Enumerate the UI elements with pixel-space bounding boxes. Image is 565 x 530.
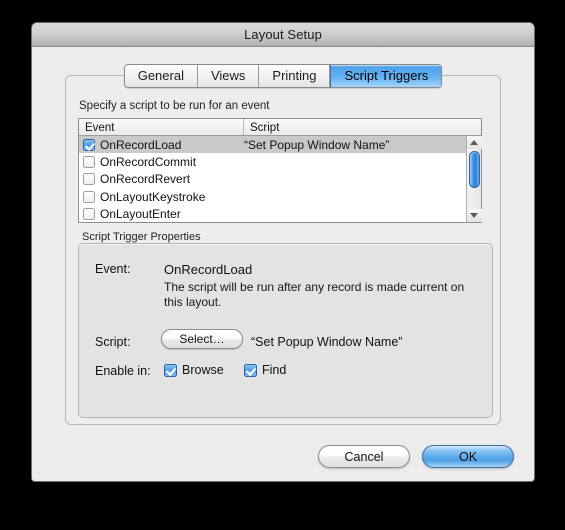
- properties-group-label: Script Trigger Properties: [82, 231, 201, 243]
- event-field-label: Event:: [95, 262, 131, 276]
- row-event-cell: OnLayoutKeystroke: [83, 190, 244, 204]
- select-script-button[interactable]: Select…: [161, 329, 243, 349]
- tab-strip: General Views Printing Script Triggers: [123, 64, 443, 88]
- dialog-body: General Views Printing Script Triggers S…: [32, 47, 534, 481]
- tab-views[interactable]: Views: [197, 65, 260, 87]
- layout-setup-dialog: Layout Setup General Views Printing Scri…: [31, 22, 535, 482]
- tab-general[interactable]: General: [124, 65, 198, 87]
- tab-printing[interactable]: Printing: [259, 65, 331, 87]
- enable-browse-label: Browse: [182, 363, 224, 377]
- table-row[interactable]: OnLayoutKeystroke: [79, 188, 481, 205]
- scroll-down-arrow-icon[interactable]: [466, 209, 482, 222]
- ok-button[interactable]: OK: [422, 445, 514, 468]
- row-event-cell: OnRecordCommit: [83, 155, 244, 169]
- event-list-scrollbar[interactable]: [466, 136, 482, 222]
- event-field-value: OnRecordLoad: [164, 262, 253, 277]
- row-event-cell: OnRecordLoad: [83, 138, 244, 152]
- window-titlebar[interactable]: Layout Setup: [32, 23, 534, 47]
- checkbox-find-icon[interactable]: [244, 363, 257, 377]
- column-header-event[interactable]: Event: [79, 119, 244, 135]
- scroll-up-arrow-icon[interactable]: [466, 136, 482, 149]
- script-field-label: Script:: [95, 335, 131, 349]
- scrollbar-thumb[interactable]: [468, 151, 480, 188]
- window-title: Layout Setup: [244, 27, 322, 42]
- table-row[interactable]: OnLayoutEnter: [79, 206, 481, 222]
- enable-in-label: Enable in:: [95, 364, 151, 378]
- enable-browse-checkbox[interactable]: Browse: [164, 363, 224, 377]
- row-checkbox[interactable]: [83, 190, 95, 203]
- row-script-label: “Set Popup Window Name”: [244, 137, 390, 152]
- script-field-value: “Set Popup Window Name”: [251, 335, 403, 349]
- row-event-label: OnRecordCommit: [100, 155, 197, 170]
- tab-script-triggers[interactable]: Script Triggers: [330, 65, 442, 87]
- row-event-cell: OnLayoutEnter: [83, 207, 244, 221]
- cancel-button[interactable]: Cancel: [318, 445, 410, 468]
- row-checkbox[interactable]: [83, 138, 95, 151]
- event-description: The script will be run after any record …: [164, 280, 465, 309]
- enable-find-label: Find: [262, 363, 287, 377]
- tab-bar: General Views Printing Script Triggers: [32, 64, 534, 88]
- row-event-label: OnRecordRevert: [100, 172, 191, 187]
- row-event-label: OnLayoutEnter: [100, 207, 181, 222]
- table-row[interactable]: OnRecordCommit: [79, 153, 481, 170]
- table-row[interactable]: OnRecordRevert: [79, 171, 481, 188]
- row-event-label: OnLayoutKeystroke: [100, 189, 206, 204]
- column-header-script[interactable]: Script: [244, 119, 481, 135]
- row-event-cell: OnRecordRevert: [83, 172, 244, 186]
- table-row[interactable]: OnRecordLoad “Set Popup Window Name”: [79, 136, 481, 154]
- enable-find-checkbox[interactable]: Find: [244, 363, 286, 377]
- panel-hint-text: Specify a script to be run for an event: [79, 100, 270, 112]
- row-checkbox[interactable]: [83, 173, 95, 186]
- dialog-footer: Cancel OK: [318, 445, 514, 468]
- checkbox-browse-icon[interactable]: [164, 363, 177, 377]
- script-triggers-panel: Specify a script to be run for an event …: [65, 75, 501, 425]
- script-trigger-properties-group: Event: OnRecordLoad The script will be r…: [78, 243, 493, 418]
- row-checkbox[interactable]: [83, 208, 95, 221]
- row-checkbox[interactable]: [83, 156, 95, 169]
- event-list-body: OnRecordLoad “Set Popup Window Name” OnR…: [79, 136, 481, 222]
- event-list[interactable]: Event Script OnRecordLoad “Set Popup Win…: [78, 118, 482, 223]
- row-event-label: OnRecordLoad: [100, 137, 182, 152]
- event-list-header: Event Script: [79, 119, 481, 136]
